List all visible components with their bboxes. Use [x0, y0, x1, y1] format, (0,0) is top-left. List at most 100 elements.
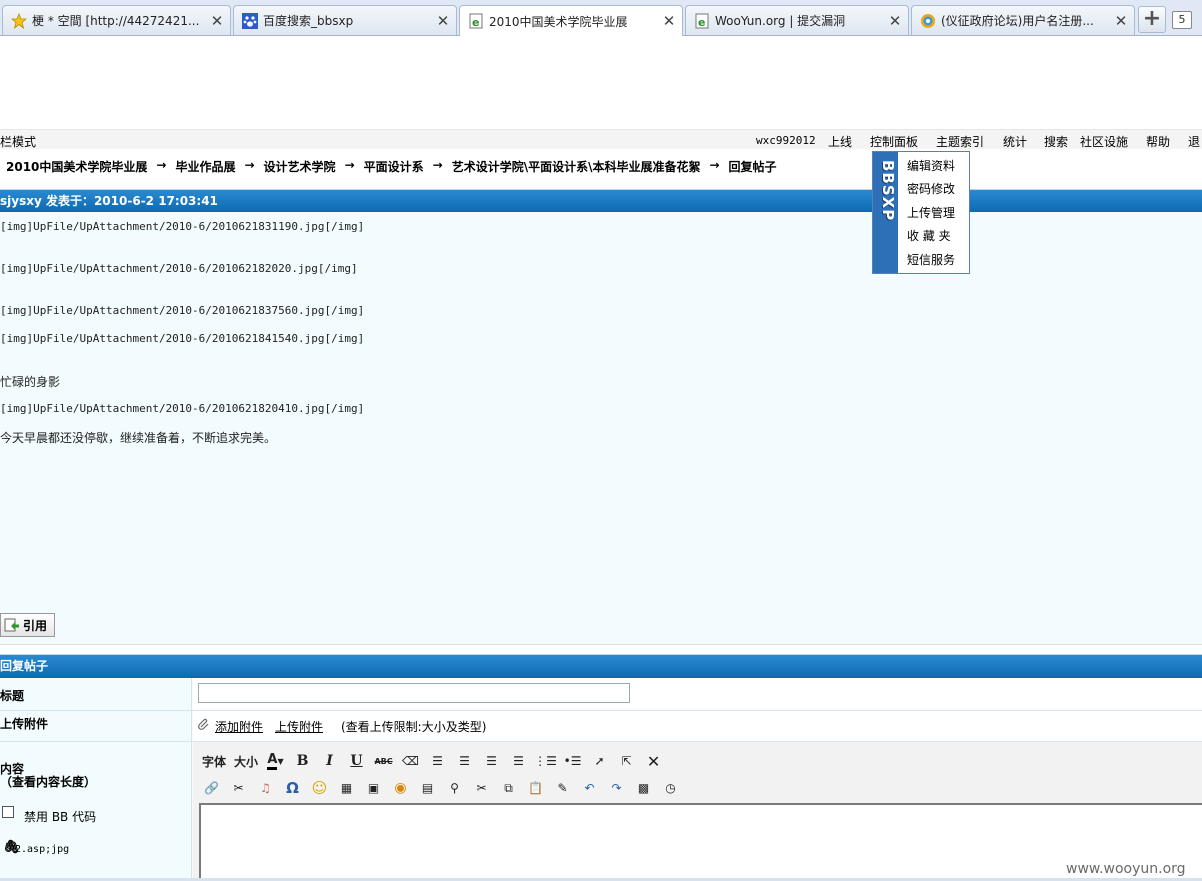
- tab-title: 百度搜索_bbsxp: [263, 14, 354, 28]
- quote-icon: [4, 618, 19, 632]
- calendar-icon[interactable]: ▩: [630, 777, 657, 799]
- pointer-select-icon[interactable]: ⇱: [613, 750, 640, 772]
- post-line: 忙碌的身影: [0, 375, 61, 389]
- post-body: [img]UpFile/UpAttachment/2010-6/20106218…: [0, 212, 1202, 644]
- nav-online[interactable]: 上线: [828, 133, 852, 150]
- close-icon[interactable]: ✕: [210, 12, 224, 30]
- breadcrumb-separator: →: [432, 158, 443, 172]
- menu-item-upload-manage[interactable]: 上传管理: [907, 204, 955, 221]
- realplayer-icon[interactable]: ▤: [414, 777, 441, 799]
- editor-toolbar-1: 字体 大小 A ▼ B I U ABC ⌫ ☰ ☰ ☰ ☰ ⋮☰ •☰ ➚ ⇱ ✕: [198, 749, 667, 773]
- close-icon[interactable]: ✕: [436, 12, 450, 30]
- nav-username[interactable]: wxc992012: [756, 134, 816, 147]
- bold-icon[interactable]: B: [289, 750, 316, 772]
- tab-5[interactable]: (仪征政府论坛)用户名注册... ✕: [911, 5, 1135, 35]
- content-label-cell: 内容 （查看内容长度） 禁用 BB 代码 🖇 2.asp;jpg: [0, 742, 192, 881]
- close-icon[interactable]: ✕: [1114, 12, 1128, 30]
- control-panel-dropdown: BBSXP 编辑资料 密码修改 上传管理 收 藏 夹 短信服务: [872, 151, 970, 274]
- copy-icon[interactable]: ⧉: [495, 777, 522, 799]
- breadcrumb: 2010中国美术学院毕业展 → 毕业作品展 → 设计艺术学院 → 平面设计系 →…: [6, 158, 777, 175]
- menu-item-favorites[interactable]: 收 藏 夹: [907, 227, 951, 244]
- new-tab-button[interactable]: +: [1138, 6, 1166, 33]
- ordered-list-icon[interactable]: ⋮☰: [532, 750, 559, 772]
- upload-limit-link[interactable]: (查看上传限制:大小及类型): [341, 718, 486, 735]
- strikethrough-icon[interactable]: ABC: [370, 750, 397, 772]
- pointer-add-icon[interactable]: ➚: [586, 750, 613, 772]
- attachment-file[interactable]: 2.asp;jpg: [15, 844, 69, 855]
- align-left-icon[interactable]: ☰: [424, 750, 451, 772]
- tab-3[interactable]: e 2010中国美术学院毕业展 ✕: [459, 5, 683, 36]
- paperclip-icon: [198, 718, 209, 730]
- media-play-icon[interactable]: ◉: [387, 777, 414, 799]
- breadcrumb-separator: →: [156, 158, 167, 172]
- cut-icon[interactable]: ✂: [468, 777, 495, 799]
- tab-1[interactable]: 梗 * 空間 [http://44272421... ✕: [2, 5, 231, 35]
- breadcrumb-separator: →: [344, 158, 355, 172]
- font-size-button[interactable]: 大小: [230, 750, 262, 772]
- tab-title: (仪征政府论坛)用户名注册...: [941, 14, 1094, 28]
- disable-bb-checkbox[interactable]: [2, 806, 14, 818]
- redo-icon[interactable]: ↷: [603, 777, 630, 799]
- close-icon[interactable]: ✕: [662, 12, 676, 30]
- breadcrumb-item[interactable]: 平面设计系: [364, 158, 424, 175]
- tab-2[interactable]: 百度搜索_bbsxp ✕: [233, 5, 457, 35]
- clock-icon[interactable]: ◷: [657, 777, 684, 799]
- link-icon[interactable]: 🔗: [198, 777, 225, 799]
- smiley-icon[interactable]: ☺: [306, 777, 333, 799]
- title-input[interactable]: [198, 683, 630, 703]
- paw-icon: [242, 12, 258, 29]
- upload-attachment-link[interactable]: 上传附件: [275, 718, 323, 735]
- close-icon[interactable]: ✕: [640, 750, 667, 772]
- unlink-icon[interactable]: ✂: [225, 777, 252, 799]
- format-brush-icon[interactable]: ✎: [549, 777, 576, 799]
- nav-search[interactable]: 搜索: [1044, 133, 1068, 150]
- browser-tab-strip: 梗 * 空間 [http://44272421... ✕ 百度搜索_bbsxp …: [0, 0, 1202, 36]
- paste-icon[interactable]: 📋: [522, 777, 549, 799]
- menu-item-messages[interactable]: 短信服务: [907, 251, 955, 268]
- close-icon[interactable]: ✕: [888, 12, 902, 30]
- breadcrumb-item[interactable]: 2010中国美术学院毕业展: [6, 158, 147, 175]
- nav-control-panel[interactable]: 控制面板: [870, 133, 918, 150]
- nav-community[interactable]: 社区设施: [1080, 133, 1128, 150]
- menu-item-edit-profile[interactable]: 编辑资料: [907, 157, 955, 174]
- nav-stats[interactable]: 统计: [1003, 133, 1027, 150]
- breadcrumb-separator: →: [244, 158, 255, 172]
- tab-title: WooYun.org | 提交漏洞: [715, 14, 846, 28]
- nav-topic-index[interactable]: 主题索引: [936, 133, 984, 150]
- quote-button[interactable]: 引用: [0, 613, 55, 637]
- tab-count-badge[interactable]: 5: [1172, 11, 1192, 29]
- breadcrumb-item[interactable]: 设计艺术学院: [264, 158, 336, 175]
- menu-item-change-password[interactable]: 密码修改: [907, 180, 955, 197]
- nav-help[interactable]: 帮助: [1146, 133, 1170, 150]
- dropdown-sidebar: BBSXP: [873, 152, 898, 273]
- justify-icon[interactable]: ☰: [505, 750, 532, 772]
- unordered-list-icon[interactable]: •☰: [559, 750, 586, 772]
- align-center-icon[interactable]: ☰: [451, 750, 478, 772]
- flash-icon[interactable]: ♫: [252, 777, 279, 799]
- tab-title: 梗 * 空間 [http://44272421...: [32, 14, 200, 28]
- breadcrumb-current: 回复帖子: [728, 160, 777, 174]
- content-length-link[interactable]: （查看内容长度）: [0, 773, 96, 790]
- globe-icon: [921, 13, 935, 28]
- font-color-icon[interactable]: A ▼: [262, 750, 289, 772]
- svg-text:e: e: [472, 16, 479, 29]
- font-button[interactable]: 字体: [198, 750, 230, 772]
- tab-4[interactable]: e WooYun.org | 提交漏洞 ✕: [685, 5, 909, 35]
- nav-mode-link[interactable]: 栏模式: [0, 133, 36, 150]
- add-attachment-link[interactable]: 添加附件: [215, 718, 263, 735]
- italic-icon[interactable]: I: [316, 750, 343, 772]
- eraser-icon[interactable]: ⌫: [397, 750, 424, 772]
- svg-text:e: e: [698, 16, 705, 29]
- watermark: www.wooyun.org: [1066, 861, 1186, 877]
- breadcrumb-item[interactable]: 艺术设计学院\平面设计系\本科毕业展准备花絮: [452, 158, 701, 175]
- breadcrumb-item[interactable]: 毕业作品展: [175, 158, 235, 175]
- nav-logout[interactable]: 退: [1188, 133, 1200, 150]
- underline-icon[interactable]: U: [343, 750, 370, 772]
- find-icon[interactable]: ⚲: [441, 777, 468, 799]
- omega-icon[interactable]: Ω: [279, 777, 306, 799]
- table-icon[interactable]: ▦: [333, 777, 360, 799]
- undo-icon[interactable]: ↶: [576, 777, 603, 799]
- align-right-icon[interactable]: ☰: [478, 750, 505, 772]
- image-icon[interactable]: ▣: [360, 777, 387, 799]
- content-editor[interactable]: [199, 803, 1202, 881]
